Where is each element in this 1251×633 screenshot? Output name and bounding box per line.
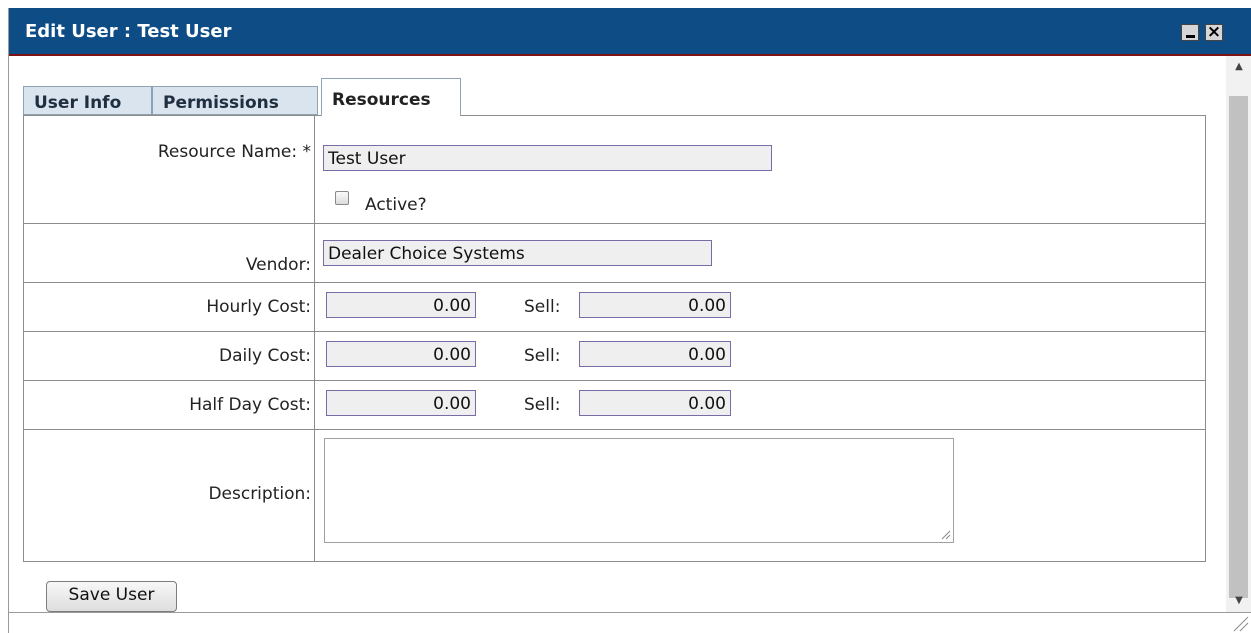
hourly-cost-input[interactable]: 0.00 [326, 292, 476, 318]
row-divider [24, 223, 1205, 224]
scroll-thumb[interactable] [1229, 96, 1248, 598]
daily-sell-input[interactable]: 0.00 [579, 341, 731, 367]
row-divider [24, 282, 1205, 283]
tab-resources[interactable]: Resources [321, 78, 461, 116]
daily-cost-label: Daily Cost: [219, 346, 311, 366]
resource-name-input[interactable]: Test User [323, 145, 772, 171]
hourly-sell-label: Sell: [524, 297, 561, 317]
row-divider [24, 429, 1205, 430]
close-icon: × [1206, 22, 1222, 42]
half-day-cost-label: Half Day Cost: [189, 395, 311, 415]
half-day-cost-input[interactable]: 0.00 [326, 390, 476, 416]
vendor-input[interactable]: Dealer Choice Systems [323, 240, 712, 266]
hourly-sell-input[interactable]: 0.00 [579, 292, 731, 318]
half-day-sell-label: Sell: [524, 395, 561, 415]
textarea-resize-icon[interactable] [941, 530, 951, 540]
resource-name-label: Resource Name: * [157, 142, 311, 162]
column-divider [314, 116, 315, 561]
half-day-sell-input[interactable]: 0.00 [579, 390, 731, 416]
tab-user-info[interactable]: User Info [23, 86, 152, 115]
scroll-up-icon[interactable]: ▲ [1226, 56, 1251, 78]
tab-permissions[interactable]: Permissions [152, 86, 318, 115]
dialog-resize-icon[interactable] [1231, 614, 1249, 632]
vendor-label: Vendor: [245, 255, 311, 275]
dialog-titlebar[interactable]: Edit User : Test User × [9, 8, 1251, 56]
daily-cost-input[interactable]: 0.00 [326, 341, 476, 367]
active-checkbox[interactable] [335, 191, 349, 205]
edit-user-dialog: Edit User : Test User × User Info Permis… [8, 8, 1251, 633]
hourly-cost-label: Hourly Cost: [206, 297, 311, 317]
dialog-bottom-border [9, 612, 1251, 613]
dialog-title: Edit User : Test User [25, 21, 232, 42]
vertical-scrollbar[interactable]: ▲ ▼ [1226, 56, 1251, 612]
minimize-button[interactable] [1181, 24, 1199, 41]
active-label: Active? [365, 195, 427, 215]
row-divider [24, 380, 1205, 381]
scroll-down-icon[interactable]: ▼ [1226, 590, 1251, 612]
row-divider [24, 331, 1205, 332]
resources-form: Resource Name: * Test User Active? Vendo… [23, 115, 1206, 562]
close-button[interactable]: × [1205, 22, 1223, 42]
save-user-button[interactable]: Save User [46, 581, 177, 612]
description-textarea[interactable] [324, 438, 954, 543]
description-label: Description: [208, 484, 311, 504]
minimize-icon [1186, 35, 1195, 38]
daily-sell-label: Sell: [524, 346, 561, 366]
